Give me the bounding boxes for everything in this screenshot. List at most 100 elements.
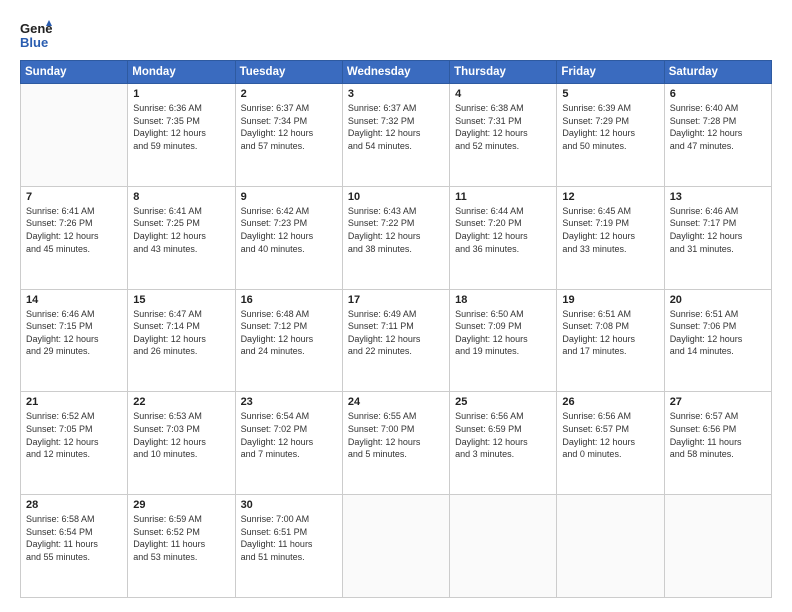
cell-info: Sunrise: 6:46 AMSunset: 7:15 PMDaylight:… <box>26 308 122 358</box>
day-number: 14 <box>26 294 122 306</box>
calendar-cell: 19 Sunrise: 6:51 AMSunset: 7:08 PMDayligh… <box>557 289 664 392</box>
calendar-cell: 22Sunrise: 6:53 AMSunset: 7:03 PMDayligh… <box>128 392 235 495</box>
cell-info: Sunrise: 6:56 AMSunset: 6:57 PMDaylight:… <box>562 410 658 460</box>
calendar-cell: 13 Sunrise: 6:46 AMSunset: 7:17 PMDayligh… <box>664 186 771 289</box>
day-number: 18 <box>455 294 551 306</box>
day-number: 3 <box>348 88 444 100</box>
cell-info: Sunrise: 6:55 AMSunset: 7:00 PMDaylight:… <box>348 410 444 460</box>
day-number: 17 <box>348 294 444 306</box>
cell-info: Sunrise: 6:50 AMSunset: 7:09 PMDaylight:… <box>455 308 551 358</box>
day-number: 27 <box>670 396 766 408</box>
calendar-cell: 25 Sunrise: 6:56 AMSunset: 6:59 PMDayligh… <box>450 392 557 495</box>
cell-info: Sunrise: 6:51 AMSunset: 7:08 PMDaylight:… <box>562 308 658 358</box>
calendar-cell: 28Sunrise: 6:58 AMSunset: 6:54 PMDayligh… <box>21 495 128 598</box>
day-number: 16 <box>241 294 337 306</box>
calendar-cell <box>557 495 664 598</box>
cell-info: Sunrise: 6:42 AMSunset: 7:23 PMDaylight:… <box>241 205 337 255</box>
cell-info: Sunrise: 6:38 AMSunset: 7:31 PMDaylight:… <box>455 102 551 152</box>
calendar-cell: 17 Sunrise: 6:49 AMSunset: 7:11 PMDayligh… <box>342 289 449 392</box>
weekday-header-tuesday: Tuesday <box>235 61 342 84</box>
day-number: 1 <box>133 88 229 100</box>
calendar-table: SundayMondayTuesdayWednesdayThursdayFrid… <box>20 60 772 598</box>
day-number: 2 <box>241 88 337 100</box>
svg-text:General: General <box>20 21 52 36</box>
day-number: 11 <box>455 191 551 203</box>
cell-info: Sunrise: 6:48 AMSunset: 7:12 PMDaylight:… <box>241 308 337 358</box>
header: General Blue <box>20 18 772 50</box>
calendar-cell: 24 Sunrise: 6:55 AMSunset: 7:00 PMDayligh… <box>342 392 449 495</box>
calendar-week-1: 7 Sunrise: 6:41 AMSunset: 7:26 PMDaylight… <box>21 186 772 289</box>
day-number: 26 <box>562 396 658 408</box>
day-number: 12 <box>562 191 658 203</box>
calendar-cell: 4 Sunrise: 6:38 AMSunset: 7:31 PMDaylight… <box>450 84 557 187</box>
weekday-header-saturday: Saturday <box>664 61 771 84</box>
page: General Blue SundayMondayTuesdayWednesda… <box>0 0 792 612</box>
cell-info: Sunrise: 6:41 AMSunset: 7:26 PMDaylight:… <box>26 205 122 255</box>
cell-info: Sunrise: 6:37 AMSunset: 7:32 PMDaylight:… <box>348 102 444 152</box>
calendar-week-2: 14 Sunrise: 6:46 AMSunset: 7:15 PMDayligh… <box>21 289 772 392</box>
calendar-cell: 14 Sunrise: 6:46 AMSunset: 7:15 PMDayligh… <box>21 289 128 392</box>
calendar-cell <box>21 84 128 187</box>
calendar-cell: 26 Sunrise: 6:56 AMSunset: 6:57 PMDayligh… <box>557 392 664 495</box>
cell-info: Sunrise: 6:54 AMSunset: 7:02 PMDaylight:… <box>241 410 337 460</box>
calendar-cell: 3 Sunrise: 6:37 AMSunset: 7:32 PMDaylight… <box>342 84 449 187</box>
cell-info: Sunrise: 6:59 AMSunset: 6:52 PMDaylight:… <box>133 513 229 563</box>
day-number: 30 <box>241 499 337 511</box>
day-number: 10 <box>348 191 444 203</box>
calendar-cell: 21Sunrise: 6:52 AMSunset: 7:05 PMDayligh… <box>21 392 128 495</box>
weekday-header-friday: Friday <box>557 61 664 84</box>
day-number: 21 <box>26 396 122 408</box>
logo-icon: General Blue <box>20 18 52 50</box>
calendar-cell: 1Sunrise: 6:36 AMSunset: 7:35 PMDaylight… <box>128 84 235 187</box>
day-number: 5 <box>562 88 658 100</box>
calendar-cell: 9 Sunrise: 6:42 AMSunset: 7:23 PMDaylight… <box>235 186 342 289</box>
weekday-header-monday: Monday <box>128 61 235 84</box>
day-number: 23 <box>241 396 337 408</box>
calendar-cell: 11 Sunrise: 6:44 AMSunset: 7:20 PMDayligh… <box>450 186 557 289</box>
svg-text:Blue: Blue <box>20 35 48 50</box>
day-number: 25 <box>455 396 551 408</box>
calendar-week-4: 28Sunrise: 6:58 AMSunset: 6:54 PMDayligh… <box>21 495 772 598</box>
day-number: 28 <box>26 499 122 511</box>
calendar-cell: 30 Sunrise: 7:00 AMSunset: 6:51 PMDayligh… <box>235 495 342 598</box>
calendar-cell <box>664 495 771 598</box>
day-number: 7 <box>26 191 122 203</box>
calendar-cell: 16 Sunrise: 6:48 AMSunset: 7:12 PMDayligh… <box>235 289 342 392</box>
calendar-cell <box>342 495 449 598</box>
calendar-cell: 27 Sunrise: 6:57 AMSunset: 6:56 PMDayligh… <box>664 392 771 495</box>
cell-info: Sunrise: 6:37 AMSunset: 7:34 PMDaylight:… <box>241 102 337 152</box>
weekday-header-sunday: Sunday <box>21 61 128 84</box>
day-number: 8 <box>133 191 229 203</box>
logo: General Blue <box>20 18 52 50</box>
calendar-cell: 12Sunrise: 6:45 AMSunset: 7:19 PMDayligh… <box>557 186 664 289</box>
cell-info: Sunrise: 6:57 AMSunset: 6:56 PMDaylight:… <box>670 410 766 460</box>
day-number: 9 <box>241 191 337 203</box>
calendar-week-0: 1Sunrise: 6:36 AMSunset: 7:35 PMDaylight… <box>21 84 772 187</box>
day-number: 29 <box>133 499 229 511</box>
cell-info: Sunrise: 6:41 AMSunset: 7:25 PMDaylight:… <box>133 205 229 255</box>
cell-info: Sunrise: 7:00 AMSunset: 6:51 PMDaylight:… <box>241 513 337 563</box>
day-number: 19 <box>562 294 658 306</box>
day-number: 24 <box>348 396 444 408</box>
cell-info: Sunrise: 6:53 AMSunset: 7:03 PMDaylight:… <box>133 410 229 460</box>
calendar-cell: 18 Sunrise: 6:50 AMSunset: 7:09 PMDayligh… <box>450 289 557 392</box>
cell-info: Sunrise: 6:56 AMSunset: 6:59 PMDaylight:… <box>455 410 551 460</box>
cell-info: Sunrise: 6:40 AMSunset: 7:28 PMDaylight:… <box>670 102 766 152</box>
day-number: 20 <box>670 294 766 306</box>
day-number: 6 <box>670 88 766 100</box>
calendar-cell: 8 Sunrise: 6:41 AMSunset: 7:25 PMDaylight… <box>128 186 235 289</box>
calendar-cell: 5Sunrise: 6:39 AMSunset: 7:29 PMDaylight… <box>557 84 664 187</box>
weekday-header-row: SundayMondayTuesdayWednesdayThursdayFrid… <box>21 61 772 84</box>
calendar-cell: 10Sunrise: 6:43 AMSunset: 7:22 PMDayligh… <box>342 186 449 289</box>
calendar-cell: 6 Sunrise: 6:40 AMSunset: 7:28 PMDaylight… <box>664 84 771 187</box>
calendar-cell: 15Sunrise: 6:47 AMSunset: 7:14 PMDayligh… <box>128 289 235 392</box>
cell-info: Sunrise: 6:44 AMSunset: 7:20 PMDaylight:… <box>455 205 551 255</box>
cell-info: Sunrise: 6:46 AMSunset: 7:17 PMDaylight:… <box>670 205 766 255</box>
weekday-header-wednesday: Wednesday <box>342 61 449 84</box>
cell-info: Sunrise: 6:47 AMSunset: 7:14 PMDaylight:… <box>133 308 229 358</box>
day-number: 4 <box>455 88 551 100</box>
cell-info: Sunrise: 6:51 AMSunset: 7:06 PMDaylight:… <box>670 308 766 358</box>
cell-info: Sunrise: 6:49 AMSunset: 7:11 PMDaylight:… <box>348 308 444 358</box>
day-number: 13 <box>670 191 766 203</box>
calendar-cell <box>450 495 557 598</box>
